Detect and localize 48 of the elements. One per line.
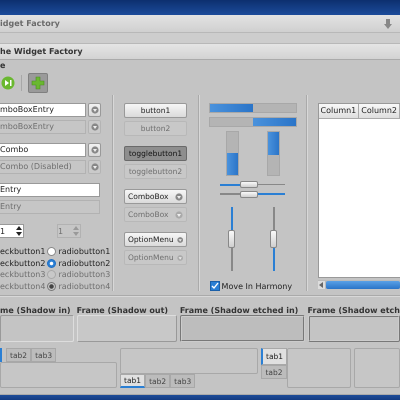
- spin-arrows-icon[interactable]: [16, 225, 22, 237]
- window-title: he Widget Factory: [0, 47, 83, 56]
- slider-track[interactable]: [230, 207, 233, 271]
- window-title: idget Factory: [0, 19, 60, 28]
- text-field[interactable]: Entry: [0, 183, 100, 197]
- scrollbar-thumb[interactable]: [326, 280, 400, 288]
- dropdown-icon: [175, 210, 183, 218]
- dropdown-icon: [90, 123, 98, 131]
- dropdown-icon: [175, 192, 183, 200]
- checkbox-label[interactable]: eckbutton2: [0, 258, 46, 269]
- checkbox-label[interactable]: eckbutton1: [0, 246, 46, 258]
- slider-handle[interactable]: [240, 181, 258, 188]
- dropdown-button[interactable]: [88, 120, 101, 134]
- text-field[interactable]: Combo: [0, 143, 86, 157]
- dropdown-icon: [90, 106, 98, 114]
- frame-label: me (Shadow in): [0, 306, 72, 315]
- frame-label: Frame (Shadow etch: [308, 306, 400, 315]
- column-header[interactable]: Column2: [359, 104, 400, 118]
- plus-icon: [31, 76, 45, 90]
- slider-handle[interactable]: [228, 230, 236, 248]
- forward-icon[interactable]: [1, 76, 15, 90]
- slider-handle[interactable]: [240, 190, 258, 198]
- radio-label[interactable]: radiobutton1: [58, 246, 110, 258]
- radio-button[interactable]: [47, 247, 56, 256]
- slider-handle[interactable]: [270, 230, 278, 248]
- checkbox[interactable]: [210, 281, 220, 291]
- radio-label[interactable]: radiobutton2: [58, 258, 110, 269]
- left-arrow-icon[interactable]: [318, 280, 325, 288]
- frame-label: Frame (Shadow out): [76, 306, 170, 315]
- text-field[interactable]: mboBoxEntry: [0, 103, 86, 117]
- scrollbar[interactable]: [318, 280, 400, 289]
- dropdown-icon: [90, 146, 98, 154]
- checkbox-label[interactable]: Move In Harmony: [222, 282, 292, 290]
- dropdown-icon: [176, 236, 183, 244]
- column-header[interactable]: Column1: [318, 104, 360, 118]
- spin-field[interactable]: 1: [0, 224, 24, 238]
- slider-track[interactable]: [272, 207, 275, 271]
- frame-label: Frame (Shadow etched in): [180, 306, 300, 315]
- notebook-panel: [287, 348, 351, 388]
- tree-view[interactable]: Column1 Column2: [318, 103, 400, 278]
- dropdown-button[interactable]: [88, 103, 101, 117]
- dropdown-button[interactable]: [88, 143, 101, 157]
- dropdown-icon: [176, 254, 183, 262]
- radio-button[interactable]: [47, 258, 56, 268]
- down-arrow-icon[interactable]: [382, 18, 394, 30]
- dropdown-button[interactable]: [88, 160, 101, 174]
- menu-item[interactable]: e: [0, 61, 6, 70]
- dropdown-icon: [90, 163, 98, 171]
